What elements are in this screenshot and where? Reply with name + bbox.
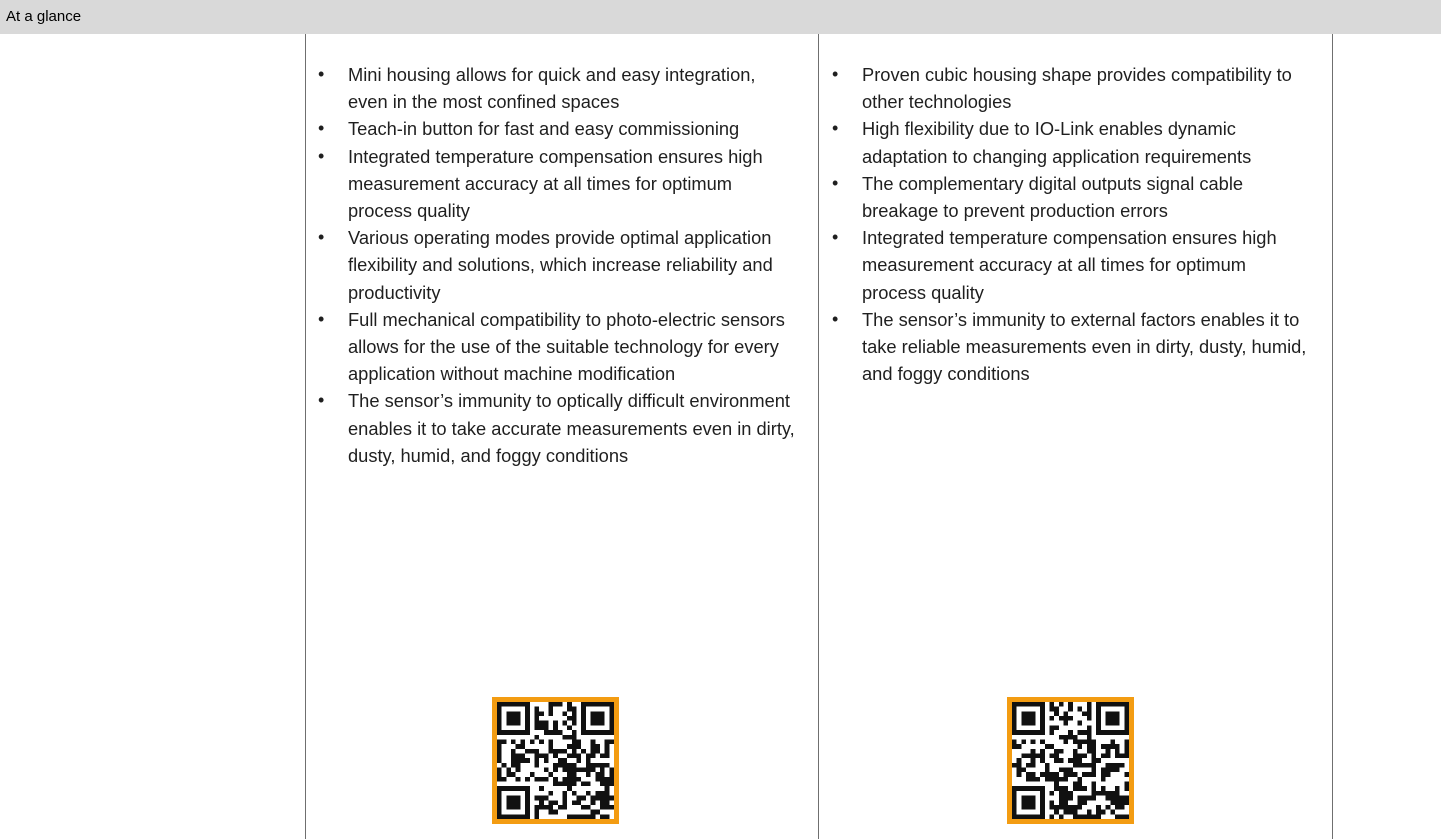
feature-list-left: Mini housing allows for quick and easy i… bbox=[318, 61, 798, 469]
list-item: Various operating modes provide optimal … bbox=[318, 224, 798, 306]
list-item: Full mechanical compatibility to photo-e… bbox=[318, 306, 798, 388]
column-divider-middle bbox=[818, 34, 819, 839]
list-item: Integrated temperature compensation ensu… bbox=[318, 143, 798, 225]
list-item: Integrated temperature compensation ensu… bbox=[832, 224, 1312, 306]
qr-code-icon[interactable] bbox=[1007, 697, 1134, 824]
section-header: At a glance bbox=[0, 0, 1441, 34]
feature-column-left: Mini housing allows for quick and easy i… bbox=[318, 61, 798, 469]
column-divider-left bbox=[305, 34, 306, 839]
qr-code-graphic bbox=[497, 702, 614, 819]
list-item: Mini housing allows for quick and easy i… bbox=[318, 61, 798, 115]
column-divider-right bbox=[1332, 34, 1333, 839]
feature-column-right: Proven cubic housing shape provides comp… bbox=[832, 61, 1312, 387]
feature-list-right: Proven cubic housing shape provides comp… bbox=[832, 61, 1312, 387]
list-item: High flexibility due to IO-Link enables … bbox=[832, 115, 1312, 169]
list-item: Teach-in button for fast and easy commis… bbox=[318, 115, 798, 142]
list-item: The complementary digital outputs signal… bbox=[832, 170, 1312, 224]
list-item: The sensor’s immunity to external factor… bbox=[832, 306, 1312, 388]
qr-code-graphic bbox=[1012, 702, 1129, 819]
list-item: The sensor’s immunity to optically diffi… bbox=[318, 387, 798, 469]
section-title: At a glance bbox=[6, 8, 82, 25]
list-item: Proven cubic housing shape provides comp… bbox=[832, 61, 1312, 115]
qr-code-icon[interactable] bbox=[492, 697, 619, 824]
